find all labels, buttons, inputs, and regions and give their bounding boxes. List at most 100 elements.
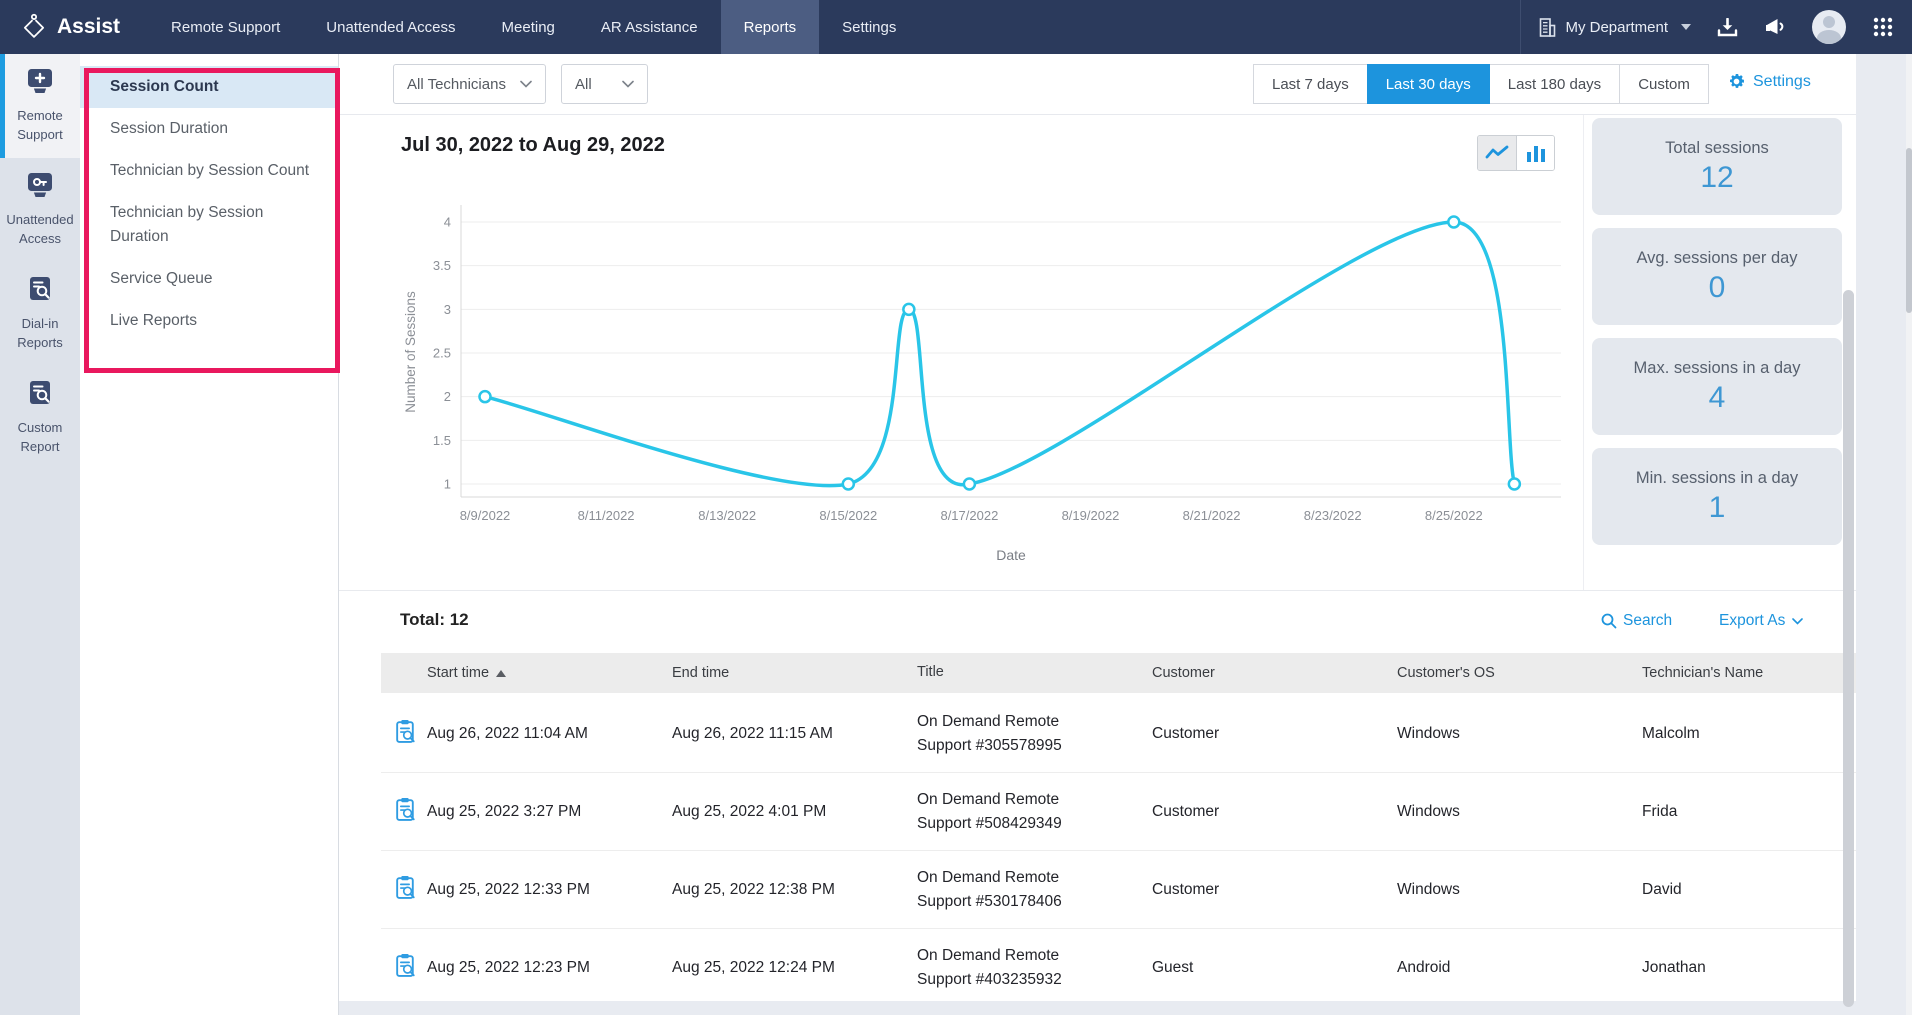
nav-item-remote-support[interactable]: Remote Support	[148, 0, 303, 54]
report-search-icon	[25, 276, 55, 308]
cell-technician: Frida	[1642, 803, 1856, 821]
user-avatar[interactable]	[1812, 10, 1846, 44]
range-button-last-7-days[interactable]: Last 7 days	[1253, 64, 1368, 104]
apps-grid-icon[interactable]	[1872, 16, 1894, 38]
sidebar-item-custom-report[interactable]: Custom Report	[0, 366, 80, 470]
report-menu-item-session-count[interactable]: Session Count	[80, 66, 338, 108]
session-record-icon[interactable]	[394, 953, 417, 983]
brand-name: Assist	[57, 15, 120, 39]
column-header-end-time[interactable]: End time	[672, 665, 917, 681]
sidebar-item-label: Custom Report	[4, 419, 76, 455]
chart-type-toggle	[1477, 135, 1555, 171]
nav-item-settings[interactable]: Settings	[819, 0, 919, 54]
column-header-customer-s-os[interactable]: Customer's OS	[1397, 665, 1642, 681]
column-header-label: Customer	[1152, 665, 1215, 681]
right-page-gutter	[1856, 54, 1906, 1015]
range-button-last-180-days[interactable]: Last 180 days	[1489, 64, 1620, 104]
column-header-start-time[interactable]: Start time	[427, 665, 672, 681]
column-header-label: Technician's Name	[1642, 665, 1763, 681]
svg-text:1: 1	[444, 477, 451, 492]
stat-card-min-sessions-in-a-day: Min. sessions in a day1	[1592, 448, 1842, 545]
chevron-down-icon	[1681, 24, 1691, 30]
avatar-head	[1823, 16, 1835, 28]
nav-item-unattended-access[interactable]: Unattended Access	[303, 0, 478, 54]
range-button-last-30-days[interactable]: Last 30 days	[1367, 64, 1490, 104]
reports-menu-panel: Session CountSession DurationTechnician …	[80, 54, 339, 1015]
cell-end: Aug 26, 2022 11:15 AM	[672, 725, 917, 743]
column-header-label: End time	[672, 665, 729, 681]
chart-date-range-title: Jul 30, 2022 to Aug 29, 2022	[401, 134, 665, 157]
nav-separator	[1520, 0, 1521, 54]
content-scrollbar-thumb[interactable]	[1843, 290, 1854, 1007]
table-header-row: Start timeEnd time Title Customer Customer'…	[381, 653, 1856, 693]
sidebar-item-unattended-access[interactable]: Unattended Access	[0, 158, 80, 262]
session-record-icon[interactable]	[394, 875, 417, 905]
svg-text:8/13/2022: 8/13/2022	[698, 508, 756, 523]
svg-text:8/15/2022: 8/15/2022	[819, 508, 877, 523]
report-menu-item-live-reports[interactable]: Live Reports	[80, 300, 338, 342]
technician-filter-value: All Technicians	[407, 76, 506, 93]
sidebar-item-remote-support[interactable]: Remote Support	[0, 54, 80, 158]
session-type-filter-value: All	[575, 76, 592, 93]
sidebar-item-label: Dial-in Reports	[4, 315, 76, 351]
line-chart-icon	[1485, 145, 1509, 161]
cell-title: On Demand Remote Support #508429349	[917, 788, 1077, 835]
department-selector[interactable]: My Department	[1539, 18, 1691, 37]
table-row[interactable]: Aug 25, 2022 3:27 PMAug 25, 2022 4:01 PM…	[381, 773, 1856, 851]
chevron-down-icon	[622, 80, 634, 88]
table-row[interactable]: Aug 25, 2022 12:33 PMAug 25, 2022 12:38 …	[381, 851, 1856, 929]
technician-filter-dropdown[interactable]: All Technicians	[393, 64, 546, 104]
report-menu-item-service-queue[interactable]: Service Queue	[80, 258, 338, 300]
report-menu-item-technician-by-session-duration[interactable]: Technician by Session Duration	[80, 192, 338, 258]
table-body: Aug 26, 2022 11:04 AMAug 26, 2022 11:15 …	[381, 695, 1856, 1007]
cell-customer: Customer	[1152, 803, 1397, 821]
bar-chart-toggle-button[interactable]	[1516, 136, 1554, 170]
session-record-icon[interactable]	[394, 797, 417, 827]
cell-technician: Malcolm	[1642, 725, 1856, 743]
svg-text:8/23/2022: 8/23/2022	[1304, 508, 1362, 523]
table-row[interactable]: Aug 25, 2022 12:23 PMAug 25, 2022 12:24 …	[381, 929, 1856, 1007]
primary-nav-items: Remote SupportUnattended AccessMeetingAR…	[148, 0, 919, 54]
stat-value: 12	[1700, 161, 1733, 195]
sidebar-item-dial-in-reports[interactable]: Dial-in Reports	[0, 262, 80, 366]
report-menu-item-technician-by-session-count[interactable]: Technician by Session Count	[80, 150, 338, 192]
export-as-button[interactable]: Export As	[1719, 612, 1803, 630]
svg-text:2.5: 2.5	[433, 346, 451, 361]
session-type-filter-dropdown[interactable]: All	[561, 64, 648, 104]
announcement-icon[interactable]	[1764, 17, 1786, 37]
line-chart-toggle-button[interactable]	[1478, 136, 1516, 170]
column-header-technician-s-name[interactable]: Technician's Name	[1642, 665, 1856, 681]
session-record-icon[interactable]	[394, 719, 417, 749]
window-scrollbar-thumb[interactable]	[1906, 148, 1912, 313]
table-total-count: Total: 12	[400, 610, 469, 630]
cell-customer: Customer	[1152, 881, 1397, 899]
monitor-key-icon	[25, 172, 55, 204]
avatar-body	[1817, 30, 1841, 44]
search-label: Search	[1623, 612, 1672, 630]
report-menu-item-session-duration[interactable]: Session Duration	[80, 108, 338, 150]
table-row[interactable]: Aug 26, 2022 11:04 AMAug 26, 2022 11:15 …	[381, 695, 1856, 773]
reports-menu: Session CountSession DurationTechnician …	[80, 54, 338, 342]
range-button-custom[interactable]: Custom	[1619, 64, 1709, 104]
summary-stats: Total sessions12Avg. sessions per day0Ma…	[1592, 118, 1842, 558]
date-range-button-group: Last 7 daysLast 30 daysLast 180 daysCust…	[1253, 64, 1709, 104]
monitor-plus-icon	[25, 68, 55, 100]
column-header-customer[interactable]: Customer	[1152, 665, 1397, 681]
svg-text:8/17/2022: 8/17/2022	[940, 508, 998, 523]
svg-text:3: 3	[444, 302, 451, 317]
svg-text:2: 2	[444, 389, 451, 404]
download-button[interactable]	[1717, 18, 1738, 37]
column-header-title[interactable]: Title	[917, 662, 1077, 684]
nav-item-meeting[interactable]: Meeting	[479, 0, 578, 54]
cell-end: Aug 25, 2022 4:01 PM	[672, 803, 917, 821]
filter-bar: All Technicians All Last 7 daysLast 30 d…	[339, 54, 1856, 115]
section-divider	[339, 590, 1856, 591]
svg-text:4: 4	[444, 215, 451, 230]
app-brand[interactable]: Assist	[0, 0, 148, 54]
report-settings-button[interactable]: Settings	[1727, 72, 1811, 91]
nav-item-ar-assistance[interactable]: AR Assistance	[578, 0, 721, 54]
nav-item-reports[interactable]: Reports	[721, 0, 820, 54]
row-icon-cell	[381, 953, 427, 983]
table-search-button[interactable]: Search	[1601, 612, 1672, 630]
window-scrollbar-track[interactable]	[1906, 54, 1912, 1015]
